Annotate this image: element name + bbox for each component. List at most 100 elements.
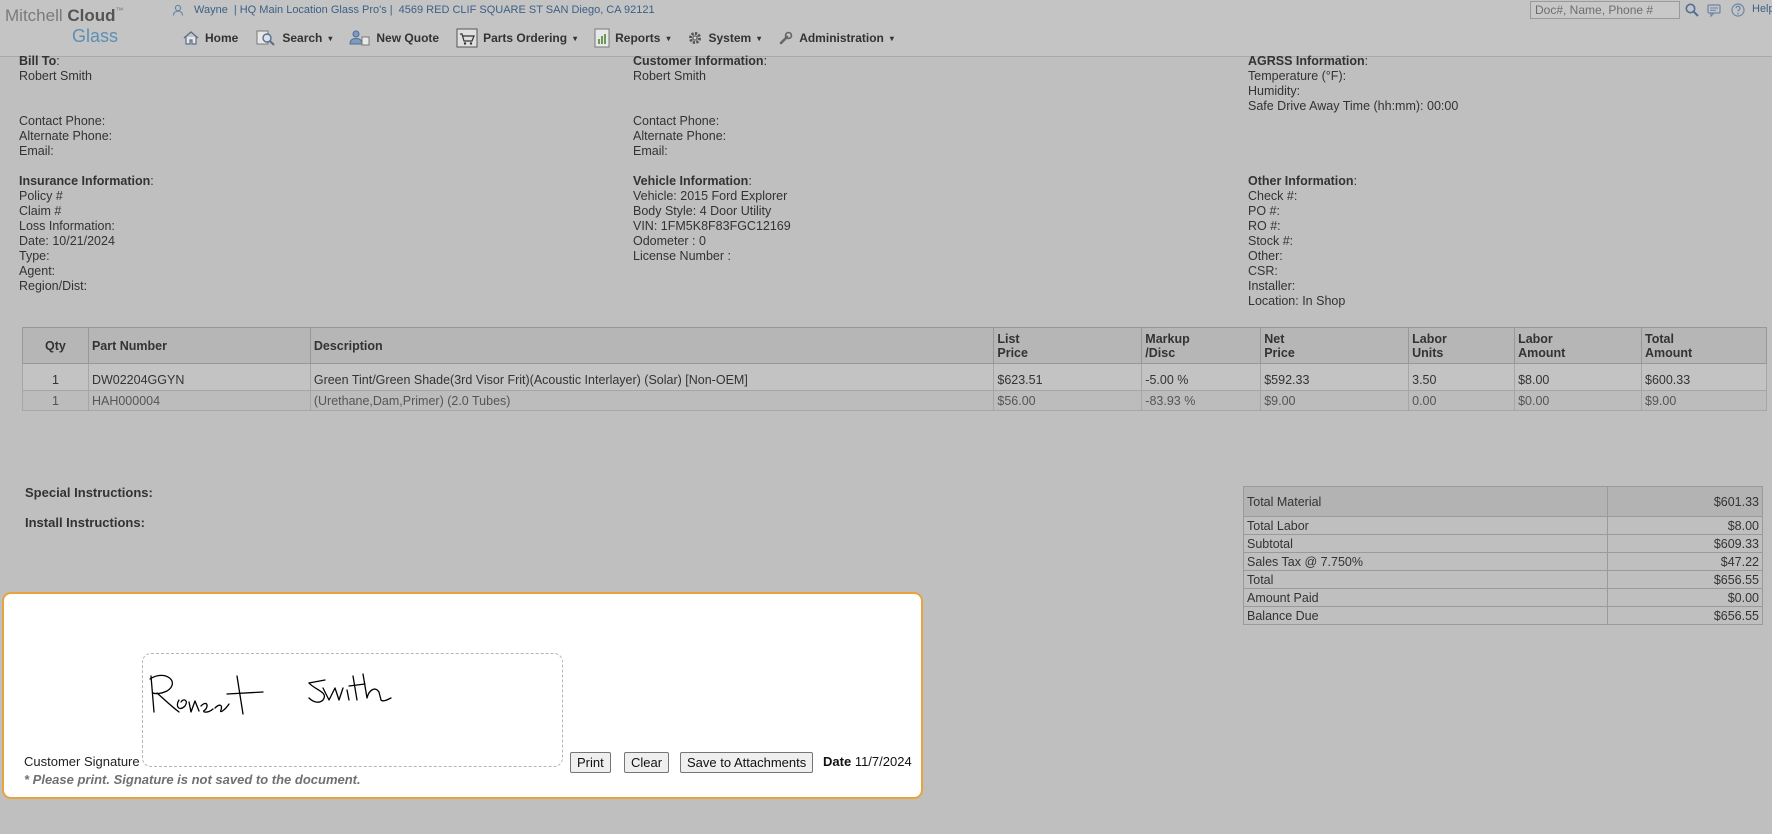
insurance-claim: Claim # [19, 204, 62, 218]
other-stock: Stock #: [1248, 234, 1294, 248]
insurance-policy: Policy # [19, 189, 63, 203]
cell-description: (Urethane,Dam,Primer) (2.0 Tubes) [309, 390, 995, 411]
brand-name: Mitchell Cloud™ [5, 6, 124, 25]
chevron-down-icon: ▾ [328, 33, 333, 43]
search-icon[interactable] [1684, 2, 1700, 18]
signature-drawing [149, 673, 392, 715]
user-name[interactable]: Wayne [194, 4, 228, 16]
nav-system[interactable]: System ▾ [687, 30, 761, 46]
cell-part-number: HAH000004 [87, 390, 311, 411]
gear-icon [689, 32, 702, 44]
help-link[interactable]: Help [1752, 3, 1772, 15]
vehicle-odometer: Odometer : 0 [633, 234, 706, 248]
cell-net-price: $9.00 [1260, 390, 1410, 411]
location-name[interactable]: | HQ Main Location Glass Pro's | [234, 4, 393, 16]
agrss-safe-drive: Safe Drive Away Time (hh:mm): 00:00 [1248, 99, 1459, 113]
totals-row: Total Material $601.33 [1243, 486, 1763, 517]
totals-row: Total $656.55 [1243, 570, 1763, 589]
insurance-type: Type: [19, 249, 50, 263]
totals-value: $0.00 [1607, 588, 1763, 607]
vehicle-description: Vehicle: 2015 Ford Explorer [633, 189, 788, 203]
totals-value: $609.33 [1607, 534, 1763, 553]
nav-administration-label: Administration [799, 31, 884, 45]
cell-list-price: $56.00 [993, 390, 1143, 411]
bill-to-heading: Bill To: [19, 54, 60, 68]
special-instructions-label: Special Instructions: [25, 485, 153, 500]
totals-label: Balance Due [1243, 606, 1608, 625]
chevron-down-icon: ▾ [666, 33, 671, 43]
nav-reports[interactable]: Reports ▾ [594, 28, 670, 48]
totals-label: Total [1243, 570, 1608, 589]
home-icon [183, 31, 199, 45]
message-icon[interactable] [1706, 2, 1722, 18]
customer-alternate-phone: Alternate Phone: [633, 129, 727, 143]
chevron-down-icon: ▾ [757, 33, 762, 43]
totals-label: Sales Tax @ 7.750% [1243, 552, 1608, 571]
user-location-line: Wayne | HQ Main Location Glass Pro's | 4… [172, 4, 655, 16]
totals-label: Amount Paid [1243, 588, 1608, 607]
help-icon[interactable] [1730, 2, 1746, 18]
table-header-row: Qty Part Number Description List Price Ma… [22, 327, 1767, 364]
clear-button[interactable]: Clear [624, 752, 670, 773]
user-icon [172, 4, 184, 16]
nav-search[interactable]: Search ▾ [255, 29, 332, 47]
insurance-region: Region/Dist: [19, 279, 88, 293]
other-check: Check #: [1248, 189, 1298, 203]
save-to-attachments-button[interactable]: Save to Attachments [680, 752, 814, 773]
customer-email: Email: [633, 144, 668, 158]
column-header-description: Description [309, 327, 995, 364]
totals-label: Total Labor [1243, 516, 1608, 535]
signature-panel: Customer Signature * Please print. Signa… [2, 592, 923, 799]
totals-value: $656.55 [1607, 570, 1763, 589]
other-po: PO #: [1248, 204, 1280, 218]
agrss-heading: AGRSS Information: [1248, 54, 1369, 68]
vehicle-heading: Vehicle Information: [633, 174, 752, 188]
agrss-humidity: Humidity: [1248, 84, 1301, 98]
bill-to-name: Robert Smith [19, 69, 92, 83]
nav-new-quote[interactable]: New Quote [349, 29, 439, 47]
parts-table: Qty Part Number Description List Price Ma… [22, 327, 1767, 411]
global-search-input[interactable] [1530, 1, 1680, 19]
new-quote-icon [349, 30, 370, 46]
nav-search-label: Search [282, 31, 323, 45]
nav-administration[interactable]: Administration ▾ [778, 30, 894, 46]
vehicle-body-style: Body Style: 4 Door Utility [633, 204, 772, 218]
brand-logo[interactable]: Mitchell Cloud™ Glass [5, 6, 135, 50]
column-header-labor-units: Labor Units [1408, 327, 1516, 364]
column-header-qty: Qty [22, 327, 89, 364]
signature-date: Date 11/7/2024 [823, 754, 912, 769]
totals-label: Total Material [1243, 486, 1608, 517]
other-csr: CSR: [1248, 264, 1278, 278]
brand-product: Glass [72, 26, 119, 46]
chevron-down-icon: ▾ [573, 33, 578, 43]
print-button[interactable]: Print [570, 752, 611, 773]
totals-table: Total Material $601.33 Total Labor $8.00 S… [1243, 486, 1763, 625]
column-header-labor-amount: Labor Amount [1514, 327, 1642, 364]
nav-new-quote-label: New Quote [376, 31, 440, 45]
column-header-list-price: List Price [993, 327, 1143, 364]
other-info-heading: Other Information: [1248, 174, 1358, 188]
bill-to-section: Bill To: Robert Smith Contact Phone: Alt… [19, 54, 154, 294]
vehicle-license: License Number : [633, 249, 731, 263]
nav-system-label: System [708, 31, 752, 45]
nav-home-label: Home [205, 31, 239, 45]
agrss-section: AGRSS Information: Temperature (°F): Hum… [1248, 54, 1458, 309]
customer-signature-label: Customer Signature [24, 754, 140, 769]
date-label: Date [823, 754, 852, 769]
other-ro: RO #: [1248, 219, 1281, 233]
cell-total-amount: $9.00 [1641, 390, 1767, 411]
totals-label: Subtotal [1243, 534, 1608, 553]
totals-value: $656.55 [1607, 606, 1763, 625]
agrss-temperature: Temperature (°F): [1248, 69, 1347, 83]
nav-home[interactable]: Home [182, 29, 238, 47]
other-installer: Installer: [1248, 279, 1296, 293]
signature-pad[interactable] [142, 653, 563, 767]
cell-labor-units: 0.00 [1408, 390, 1516, 411]
cell-labor-units: 3.50 [1408, 363, 1516, 391]
reports-icon [594, 28, 610, 48]
cell-net-price: $592.33 [1260, 363, 1410, 391]
totals-row: Amount Paid $0.00 [1243, 588, 1763, 607]
nav-parts-ordering[interactable]: Parts Ordering ▾ [456, 28, 577, 48]
table-row: 1 DW02204GGYN Green Tint/Green Shade(3rd… [22, 363, 1767, 391]
wrench-icon [779, 31, 793, 45]
